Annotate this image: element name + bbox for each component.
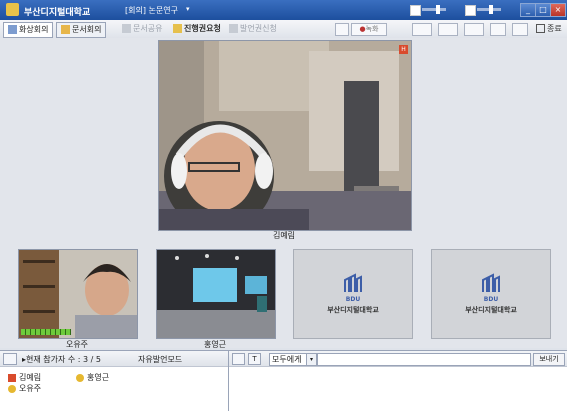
app-logo-icon: [6, 3, 19, 16]
host-icon: [8, 373, 16, 382]
record-label: 녹화: [365, 25, 379, 33]
mic-icon: [465, 5, 476, 16]
app-title: 부산디지털대학교: [24, 8, 91, 18]
participants-header: ▸현재 참가자 수 : 3 / 5 자유발언모드: [0, 351, 228, 367]
participant-2-name: 홍영근: [203, 340, 227, 349]
mic-volume-slider[interactable]: [477, 5, 501, 14]
title-bar: 부산디지털대학교 [회의] 논문연구 ▾ _ □ ×: [0, 0, 567, 20]
participants-icon[interactable]: [3, 353, 17, 365]
camera-icon[interactable]: [335, 23, 349, 36]
bdu-text-2: BDU: [483, 296, 499, 303]
chat-target-select[interactable]: 모두에게 ▾: [269, 353, 317, 366]
layout-button-2[interactable]: [438, 23, 458, 36]
exit-icon: [536, 24, 545, 33]
tab-video-label: 화상회의: [19, 25, 49, 34]
chat-target-value: 모두에게: [272, 355, 302, 364]
participants-panel: ▸현재 참가자 수 : 3 / 5 자유발언모드 김예림 홍영근 오유주: [0, 351, 229, 411]
participant-count: ▸현재 참가자 수 : 3 / 5: [22, 355, 102, 364]
participant-name: 김예림: [19, 373, 42, 382]
document-meeting-icon: [61, 25, 70, 34]
participant-item[interactable]: 오유주: [8, 383, 41, 394]
participant-video-2-feed: [157, 250, 275, 338]
exit-button[interactable]: 종료: [536, 23, 562, 35]
school-name-1: 부산디지털대학교: [327, 306, 379, 314]
layout-button-4[interactable]: [490, 23, 506, 36]
maximize-button[interactable]: □: [535, 3, 551, 17]
share-document-button[interactable]: 문서공유: [122, 23, 162, 35]
participant-video-1-feed: [19, 250, 137, 338]
tab-doc-label: 문서회의: [72, 25, 102, 34]
request-progress-label: 진행권요청: [184, 24, 221, 33]
record-button[interactable]: ●녹화: [351, 23, 387, 36]
user-icon: [8, 384, 16, 393]
request-speak-label: 발언권신청: [240, 24, 277, 33]
chevron-down-icon[interactable]: ▾: [186, 5, 190, 13]
text-format-icon[interactable]: T: [248, 353, 261, 365]
speak-mode-label: 자유발언모드: [138, 355, 183, 364]
speak-request-icon: [229, 24, 238, 33]
minimize-button[interactable]: _: [520, 3, 536, 17]
chat-input[interactable]: [317, 353, 531, 366]
participant-item[interactable]: 홍영근: [76, 372, 109, 383]
chevron-down-icon[interactable]: ▾: [306, 354, 316, 365]
chat-panel: T 모두에게 ▾ 보내기: [229, 351, 567, 411]
exit-label: 종료: [547, 24, 562, 33]
main-video[interactable]: H: [158, 40, 412, 231]
close-button[interactable]: ×: [550, 3, 566, 17]
participant-video-1[interactable]: [18, 249, 138, 339]
audio-level-meter: [21, 329, 71, 335]
speaker-volume-slider[interactable]: [422, 5, 446, 14]
meeting-title-dropdown[interactable]: [회의] 논문연구: [125, 5, 178, 16]
bdu-text-1: BDU: [345, 296, 361, 303]
bottom-panel: ▸현재 참가자 수 : 3 / 5 자유발언모드 김예림 홍영근 오유주 T 모…: [0, 350, 567, 411]
video-stage: H 김예림 오유주 홍영근 BDU 부산디지털대학교 BDU 부산디지털대학교: [0, 38, 567, 349]
chat-header: T 모두에게 ▾ 보내기: [229, 351, 567, 367]
progress-request-icon: [173, 24, 182, 33]
participant-item[interactable]: 김예림: [8, 372, 41, 383]
tab-video-meeting[interactable]: 화상회의: [3, 22, 54, 38]
empty-slot-2: BDU 부산디지털대학교: [431, 249, 551, 339]
participant-name: 오유주: [19, 384, 42, 393]
layout-button-5[interactable]: [512, 23, 528, 36]
school-name-2: 부산디지털대학교: [465, 306, 517, 314]
layout-button-3[interactable]: [464, 23, 484, 36]
main-video-feed: [159, 41, 411, 230]
tab-document-meeting[interactable]: 문서회의: [56, 22, 107, 38]
main-video-name: 김예림: [272, 231, 296, 240]
toolbar: 화상회의 문서회의 문서공유 진행권요청 발언권신청 ●녹화 종료: [0, 20, 567, 39]
video-meeting-icon: [8, 25, 17, 34]
request-progress-button[interactable]: 진행권요청: [173, 23, 221, 35]
share-doc-label: 문서공유: [133, 24, 163, 33]
search-icon[interactable]: [232, 353, 245, 365]
participant-name: 홍영근: [87, 373, 110, 382]
request-speak-button[interactable]: 발언권신청: [229, 23, 277, 35]
user-icon: [76, 373, 84, 382]
layout-button-1[interactable]: [412, 23, 432, 36]
empty-slot-1: BDU 부산디지털대학교: [293, 249, 413, 339]
send-button[interactable]: 보내기: [533, 353, 565, 366]
participant-video-2[interactable]: [156, 249, 276, 339]
speaker-icon: [410, 5, 421, 16]
share-doc-icon: [122, 24, 131, 33]
host-badge-icon: H: [399, 45, 408, 54]
participant-1-name: 오유주: [65, 340, 89, 349]
